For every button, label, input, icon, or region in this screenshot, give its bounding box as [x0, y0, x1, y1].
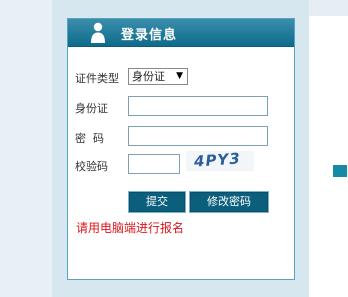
page-background-left: [0, 0, 52, 297]
dropdown-arrow-icon: ▼: [176, 71, 183, 81]
content-marker: [333, 165, 347, 177]
pc-notice-text: 请用电脑端进行报名: [76, 221, 185, 235]
user-icon: [91, 22, 105, 43]
id-number-input[interactable]: [128, 96, 268, 116]
captcha-label: 校验码: [75, 160, 108, 173]
login-header: 登录信息: [68, 19, 294, 47]
id-type-select[interactable]: 身份证 ▼: [128, 68, 188, 85]
id-type-label: 证件类型: [75, 72, 119, 85]
captcha-text: 4PY3: [193, 149, 242, 171]
password-label: 密 码: [75, 132, 104, 145]
id-number-label: 身份证: [75, 102, 108, 115]
submit-button[interactable]: 提交: [128, 191, 186, 213]
page-content-area: [308, 16, 348, 297]
captcha-image[interactable]: 4PY3: [186, 149, 254, 171]
id-type-selected-value: 身份证: [132, 70, 165, 83]
login-form-box: 登录信息: [67, 18, 295, 280]
login-header-title: 登录信息: [121, 28, 178, 43]
password-input[interactable]: [128, 126, 268, 146]
captcha-input[interactable]: [128, 154, 180, 174]
change-password-button[interactable]: 修改密码: [189, 191, 269, 213]
